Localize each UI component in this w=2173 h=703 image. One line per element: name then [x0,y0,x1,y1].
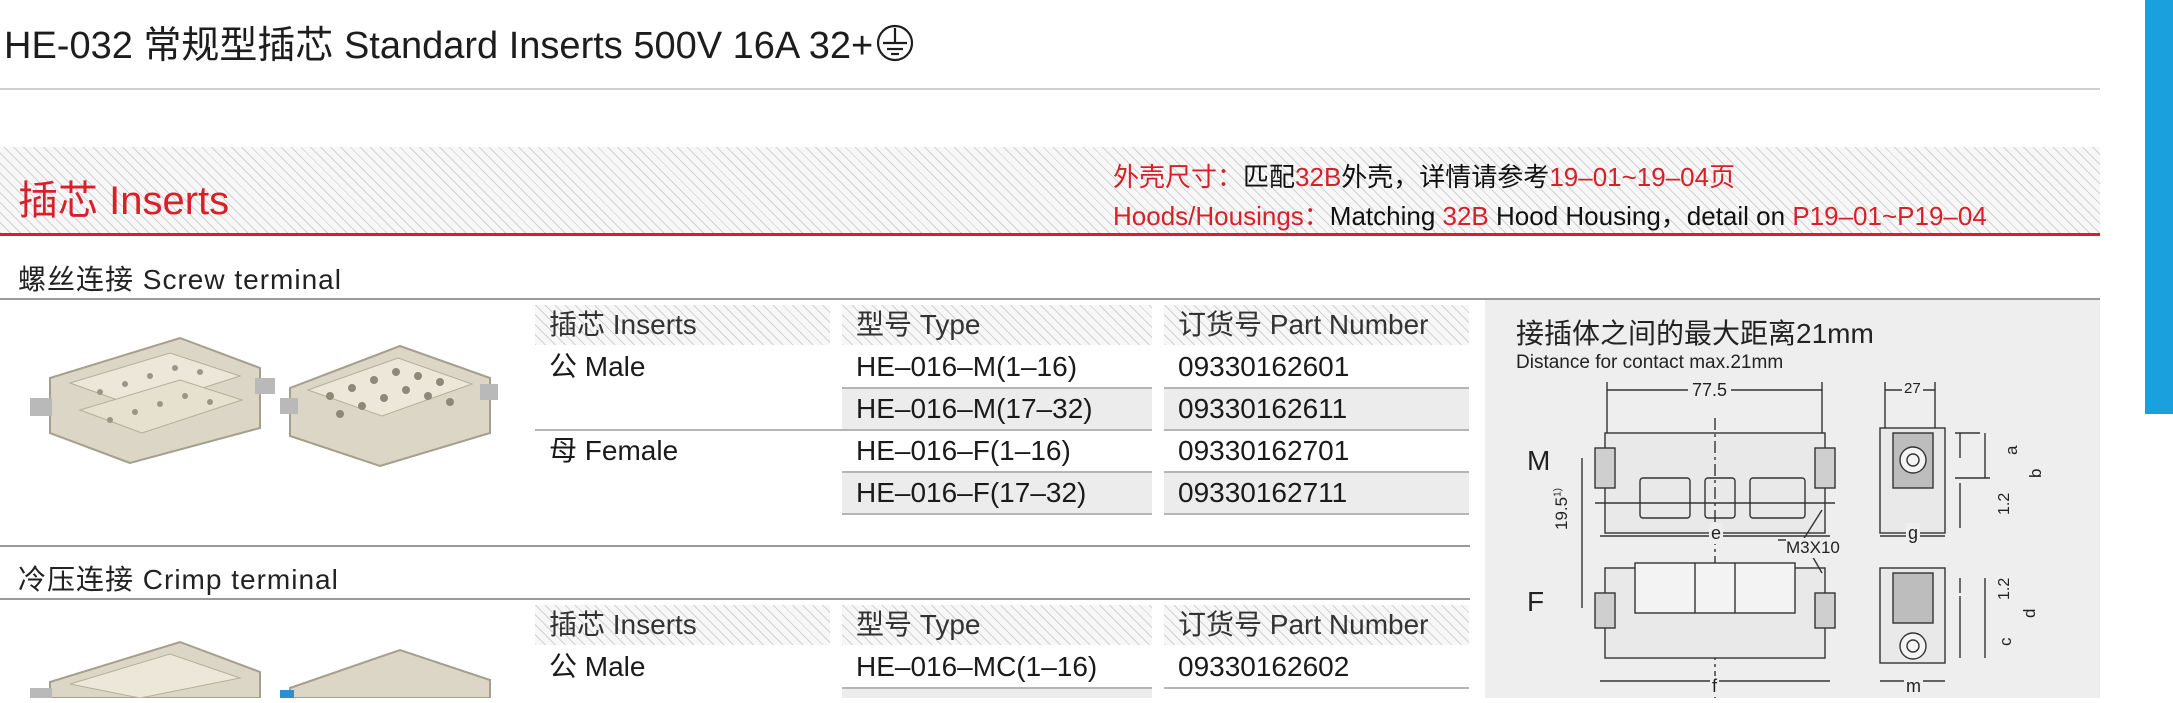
hood-cn-text1: 匹配 [1243,162,1296,192]
earth-ground-icon [875,23,915,73]
dim-c-label: c [1996,637,2015,647]
dim-19-5-value: 19.5 [1552,496,1571,530]
dim-27-label: 27 [1902,380,1923,397]
crimp-th-type: 型号 Type [842,605,1152,645]
crimp-terminal-label: 冷压连接 Crimp terminal [18,564,339,595]
female-label: F [1527,586,1545,617]
female-insert-image [280,344,498,468]
male-label: M [1527,445,1551,476]
table-cell-type: HE–016–MC(1–16) [856,651,1098,682]
table-cell-part: 09330162602 [1178,651,1350,682]
hood-cn-label: 外壳尺寸： [1113,162,1244,192]
dim-width-label: 77.5 [1688,380,1732,401]
distance-note-en: Distance for contact max.21mm [1516,352,1784,373]
row-divider [1164,687,1469,689]
distance-note-cn: 接插体之间的最大距离21mm [1516,318,1874,349]
row-divider [842,513,1152,515]
table-row-partial [842,689,1152,698]
dim-1-2b-label: 1.2 [1996,577,2013,600]
dim-a-label: a [2002,445,2021,455]
table-cell-type: HE–016–M(17–32) [842,389,1152,429]
hood-info-cn: 外壳尺寸：匹配32B外壳，详情请参考19–01~19–04页 [1113,157,1735,194]
dim-d-label: d [2020,608,2039,618]
dim-g-label: g [1906,523,1921,544]
inserts-title: 插芯 Inserts [18,179,230,223]
dim-19-5-sup: 1) [1552,488,1564,497]
title-text: HE-032 常规型插芯 Standard Inserts 500V 16A 3… [4,25,874,67]
dim-b-label: b [2026,468,2045,478]
page-title: HE-032 常规型插芯 Standard Inserts 500V 16A 3… [4,14,915,73]
dim-19-5-label: 19.51) [1552,488,1572,530]
hood-info-en: Hoods/Housings：Matching 32B Hood Housing… [1113,196,1987,233]
table-cell-part: 09330162711 [1164,473,1469,513]
row-divider [1164,513,1469,515]
hood-cn-text2: 外壳，详情请参考 [1341,162,1550,192]
side-tab-marker [2145,0,2173,414]
table-row-insert: 公 Male [549,351,646,382]
screw-th-part: 订货号 Part Number [1164,305,1469,345]
crimp-th-inserts: 插芯 Inserts [535,605,830,645]
table-row-insert: 公 Male [549,651,646,682]
table-cell-type: HE–016–M(1–16) [856,351,1078,382]
dim-f-label: f [1710,676,1720,697]
hood-en-model: 32B [1442,201,1489,231]
hood-cn-pages: 19–01~19–04页 [1549,162,1736,192]
crimp-section-top-line [0,545,1470,547]
hood-en-pages: P19–01~P19–04 [1792,201,1987,231]
table-row-insert: 母 Female [549,435,679,466]
hood-cn-model: 32B [1295,162,1342,192]
screw-th-type: 型号 Type [842,305,1152,345]
table-cell-part: 09330162601 [1178,351,1350,382]
dim-1-2a-label: 1.2 [1996,492,2013,515]
crimp-th-part: 订货号 Part Number [1164,605,1469,645]
screw-note-label: M3X10 [1786,538,1840,558]
hood-en-text1: Matching [1329,201,1443,231]
screw-inserts-photo [30,318,510,468]
crimp-inserts-photo [30,632,510,699]
dim-e-label: e [1709,523,1724,544]
hood-en-text2: Hood Housing，detail on [1488,201,1793,231]
title-divider [0,88,2100,90]
screw-terminal-label: 螺丝连接 Screw terminal [18,264,342,295]
table-cell-part: 09330162611 [1164,389,1469,429]
table-cell-type: HE–016–F(1–16) [856,435,1071,466]
hood-en-label: Hoods/Housings： [1113,201,1330,231]
crimp-section-line [0,598,1470,600]
male-insert-image [30,336,275,465]
table-cell-part: 09330162701 [1178,435,1350,466]
inserts-red-underline [0,233,2100,236]
dim-m-label: m [1904,676,1923,697]
table-cell-type: HE–016–F(17–32) [842,473,1152,513]
screw-th-inserts: 插芯 Inserts [535,305,830,345]
